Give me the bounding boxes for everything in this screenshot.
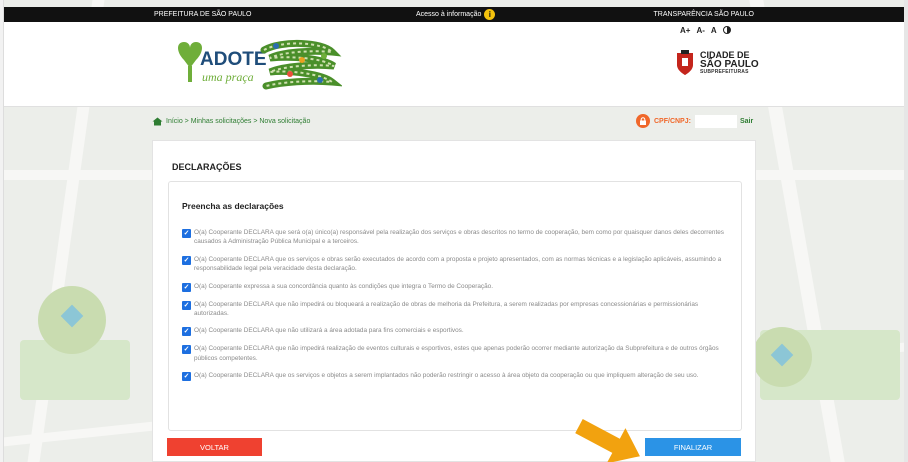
home-icon[interactable] [152,117,163,126]
access-info-label[interactable]: Acesso à informação [416,11,481,18]
topbar-prefeitura-link[interactable]: PREFEITURA DE SÃO PAULO [154,11,252,18]
breadcrumb[interactable]: Início > Minhas solicitações > Nova soli… [152,117,310,126]
lock-icon [636,114,650,128]
declaration-item[interactable]: ✓ O(a) Cooperante expressa a sua concord… [182,282,727,292]
declaration-checkbox[interactable]: ✓ [182,372,191,382]
info-icon[interactable]: i [484,9,496,20]
declaration-text: O(a) Cooperante DECLARA que os serviços … [194,372,699,380]
declarations-card: DECLARAÇÕES Preencha as declarações ✓ O(… [152,140,756,462]
logout-link[interactable]: Sair [740,118,753,125]
page-scrollbar[interactable] [904,0,908,462]
city-coat-of-arms-icon [677,50,693,75]
breadcrumb-bar: Início > Minhas solicitações > Nova soli… [152,112,754,130]
breadcrumb-text[interactable]: Início > Minhas solicitações > Nova soli… [166,118,310,125]
font-decrease-button[interactable]: A- [696,26,704,36]
cpf-value [694,114,737,128]
declaration-item[interactable]: ✓ O(a) Cooperante DECLARA que os serviço… [182,371,727,382]
topbar-access-info[interactable]: Acesso à informação i [416,9,496,20]
declaration-item[interactable]: ✓ O(a) Cooperante DECLARA que não impedi… [182,300,727,319]
declaration-item[interactable]: ✓ O(a) Cooperante DECLARA que será o(a) … [182,228,727,247]
declaration-checkbox[interactable]: ✓ [182,229,191,238]
site-header: ADOTE uma praça A+ A- A CIDADE DE SÃO PA… [4,22,906,107]
government-topbar: PREFEITURA DE SÃO PAULO Acesso à informa… [4,7,906,22]
finish-button[interactable]: FINALIZAR [645,438,741,456]
declarations-heading: Preencha as declarações [182,201,284,211]
declaration-item[interactable]: ✓ O(a) Cooperante DECLARA que não impedi… [182,344,727,363]
declarations-box: Preencha as declarações ✓ O(a) Cooperant… [168,181,742,431]
city-name-line3: SUBPREFEITURAS [700,69,749,75]
declaration-text: O(a) Cooperante expressa a sua concordân… [194,282,494,290]
font-increase-button[interactable]: A+ [680,26,690,36]
declaration-checkbox[interactable]: ✓ [182,345,191,355]
back-button[interactable]: VOLTAR [167,438,262,456]
declaration-item[interactable]: ✓ O(a) Cooperante DECLARA que os serviço… [182,255,727,274]
brand-sub-text: uma praça [202,70,254,84]
topbar-transparency-link[interactable]: TRANSPARÊNCIA SÃO PAULO [654,11,755,18]
declaration-checkbox[interactable]: ✓ [182,282,191,292]
font-size-controls: A+ A- A [680,26,731,36]
declaration-text: O(a) Cooperante DECLARA que será o(a) ún… [194,229,724,246]
cpf-label: CPF/CNPJ: [654,117,691,125]
adote-uma-praca-logo[interactable]: ADOTE uma praça [172,36,344,97]
font-reset-button[interactable]: A [711,26,717,36]
city-sao-paulo-logo[interactable]: CIDADE DE SÃO PAULO SUBPREFEITURAS [674,50,759,76]
declaration-checkbox[interactable]: ✓ [182,255,191,265]
declarations-list: ✓ O(a) Cooperante DECLARA que será o(a) … [182,228,727,389]
declaration-text: O(a) Cooperante DECLARA que não utilizar… [194,327,464,335]
declaration-checkbox[interactable]: ✓ [182,327,191,337]
contrast-toggle-icon[interactable] [722,26,731,36]
user-id-area: CPF/CNPJ: [636,112,737,130]
declaration-text: O(a) Cooperante DECLARA que os serviços … [194,255,722,273]
page-title: DECLARAÇÕES [172,162,242,172]
declaration-item[interactable]: ✓ O(a) Cooperante DECLARA que não utiliz… [182,326,727,337]
brand-main-text: ADOTE [200,49,267,70]
pointer-arrow-icon [575,418,640,462]
declaration-text: O(a) Cooperante DECLARA que não impedirá… [194,300,699,318]
declaration-checkbox[interactable]: ✓ [182,300,191,310]
declaration-text: O(a) Cooperante DECLARA que não impedirá… [194,345,719,362]
